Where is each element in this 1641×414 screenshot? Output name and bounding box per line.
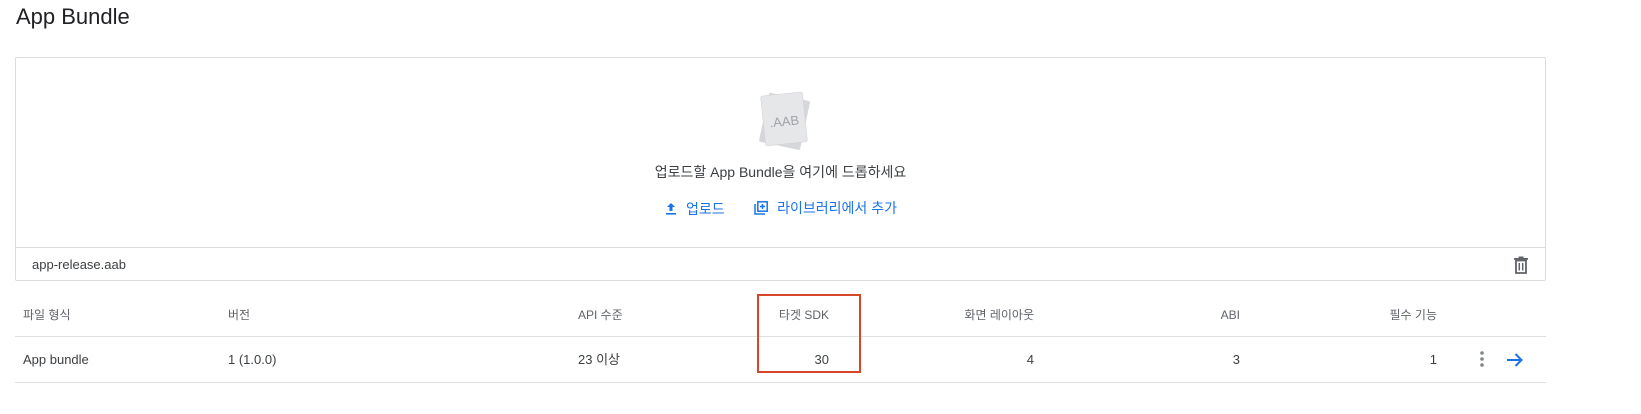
drop-zone[interactable]: .AAB 업로드할 App Bundle을 여기에 드롭하세요 업로드 라이브러… <box>16 58 1545 247</box>
page-title: App Bundle <box>16 4 130 29</box>
upload-button[interactable]: 업로드 <box>664 199 725 219</box>
cell-version: 1 (1.0.0) <box>228 352 277 367</box>
col-screen-layout: 화면 레이아웃 <box>964 308 1034 322</box>
col-api-level: API 수준 <box>578 308 623 322</box>
drop-hint: 업로드할 App Bundle을 여기에 드롭하세요 <box>654 164 907 180</box>
upload-icon <box>666 203 677 215</box>
cell-required-features: 1 <box>1429 352 1437 367</box>
cell-api-level: 23 이상 <box>578 352 620 367</box>
library-label: 라이브러리에서 추가 <box>777 200 897 216</box>
cell-abi: 3 <box>1232 352 1240 367</box>
target-sdk-highlight <box>757 294 861 373</box>
aab-label: .AAB <box>769 112 800 130</box>
delete-icon[interactable] <box>1511 255 1531 275</box>
cell-file-type: App bundle <box>23 352 89 367</box>
more-options-icon[interactable] <box>1479 349 1485 369</box>
col-version: 버전 <box>228 308 251 322</box>
uploaded-file-row: app-release.aab <box>16 247 1545 281</box>
library-add-icon <box>754 201 769 215</box>
col-required-features: 필수 기능 <box>1389 308 1438 322</box>
upload-card: .AAB 업로드할 App Bundle을 여기에 드롭하세요 업로드 라이브러… <box>15 57 1546 281</box>
aab-file-icon: .AAB <box>759 91 810 150</box>
add-from-library-button[interactable]: 라이브러리에서 추가 <box>753 198 897 218</box>
arrow-forward-icon[interactable] <box>1505 350 1525 370</box>
col-file-type: 파일 형식 <box>23 308 71 322</box>
file-name: app-release.aab <box>32 257 126 272</box>
col-abi: ABI <box>1220 308 1240 322</box>
cell-screen-layout: 4 <box>1026 352 1034 367</box>
upload-label: 업로드 <box>686 201 725 217</box>
